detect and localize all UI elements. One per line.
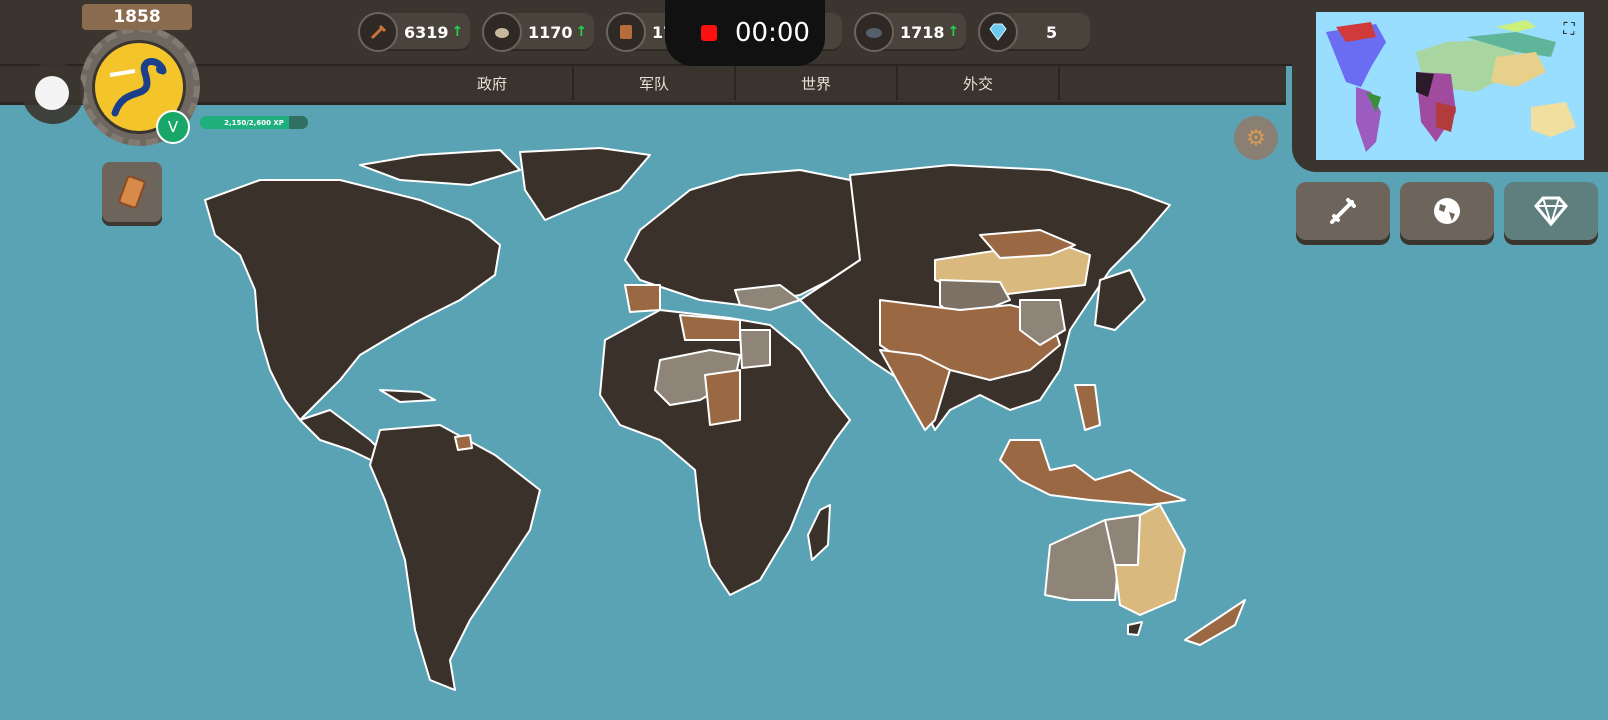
region-guyana bbox=[454, 434, 473, 451]
region-maghreb bbox=[679, 314, 741, 341]
iron-icon bbox=[854, 12, 894, 52]
resource-stone[interactable]: 1170 ↑ bbox=[482, 12, 594, 52]
axe-icon bbox=[358, 12, 398, 52]
xp-text: 2,150/2,600 XP bbox=[224, 118, 284, 127]
tab-army[interactable]: 军队 bbox=[574, 66, 736, 100]
recording-timer: 00:00 bbox=[735, 18, 810, 48]
region-philippines bbox=[1074, 384, 1101, 431]
region-caribbean bbox=[379, 389, 436, 403]
level-badge[interactable]: V bbox=[156, 110, 190, 144]
resource-wood[interactable]: 6319 ↑ bbox=[358, 12, 470, 52]
region-sea-islands bbox=[999, 439, 1186, 506]
globe-icon bbox=[1434, 198, 1460, 224]
region-greenland bbox=[519, 147, 651, 221]
region-egypt bbox=[739, 329, 771, 369]
resource-iron-value: 1718 bbox=[900, 22, 945, 42]
region-japan bbox=[1094, 269, 1146, 331]
leather-icon bbox=[606, 12, 646, 52]
resource-stone-value: 1170 bbox=[528, 22, 573, 42]
region-new-zealand bbox=[1184, 599, 1246, 646]
trend-up-icon: ↑ bbox=[947, 24, 960, 40]
resource-wood-value: 6319 bbox=[404, 22, 449, 42]
region-south-america bbox=[369, 424, 541, 691]
region-madagascar bbox=[807, 504, 831, 561]
settings-gear-button[interactable]: ⚙ bbox=[1234, 116, 1278, 160]
sword-icon bbox=[1330, 198, 1356, 224]
region-sahara-central bbox=[704, 369, 741, 426]
resource-gems-value: 5 bbox=[1046, 22, 1058, 42]
globe-button[interactable] bbox=[1400, 182, 1494, 240]
region-tasmania bbox=[1127, 621, 1143, 636]
resource-iron[interactable]: 1718 ↑ bbox=[854, 12, 966, 52]
region-north-america bbox=[204, 179, 501, 421]
resource-gems[interactable]: 5 bbox=[978, 12, 1090, 52]
scroll-button[interactable] bbox=[102, 162, 162, 222]
joystick-knob[interactable] bbox=[35, 76, 69, 110]
minimap[interactable] bbox=[1316, 12, 1584, 160]
tab-world[interactable]: 世界 bbox=[736, 66, 898, 100]
gems-shop-button[interactable] bbox=[1504, 182, 1598, 240]
tab-diplomacy[interactable]: 外交 bbox=[898, 66, 1060, 100]
scroll-icon bbox=[118, 175, 146, 209]
tab-government[interactable]: 政府 bbox=[412, 66, 574, 100]
stone-icon bbox=[482, 12, 522, 52]
diamond-icon bbox=[1534, 196, 1568, 227]
year-banner: 1858 bbox=[82, 4, 192, 30]
region-iberia bbox=[624, 284, 661, 313]
war-button[interactable] bbox=[1296, 182, 1390, 240]
expand-icon[interactable]: ⛶ bbox=[1560, 19, 1578, 38]
trend-up-icon: ↑ bbox=[451, 24, 464, 40]
region-arctic-islands bbox=[359, 149, 521, 186]
record-stop-icon[interactable] bbox=[701, 25, 717, 41]
gear-icon: ⚙ bbox=[1246, 125, 1266, 151]
diamond-icon bbox=[978, 12, 1018, 52]
trend-up-icon: ↑ bbox=[575, 24, 588, 40]
